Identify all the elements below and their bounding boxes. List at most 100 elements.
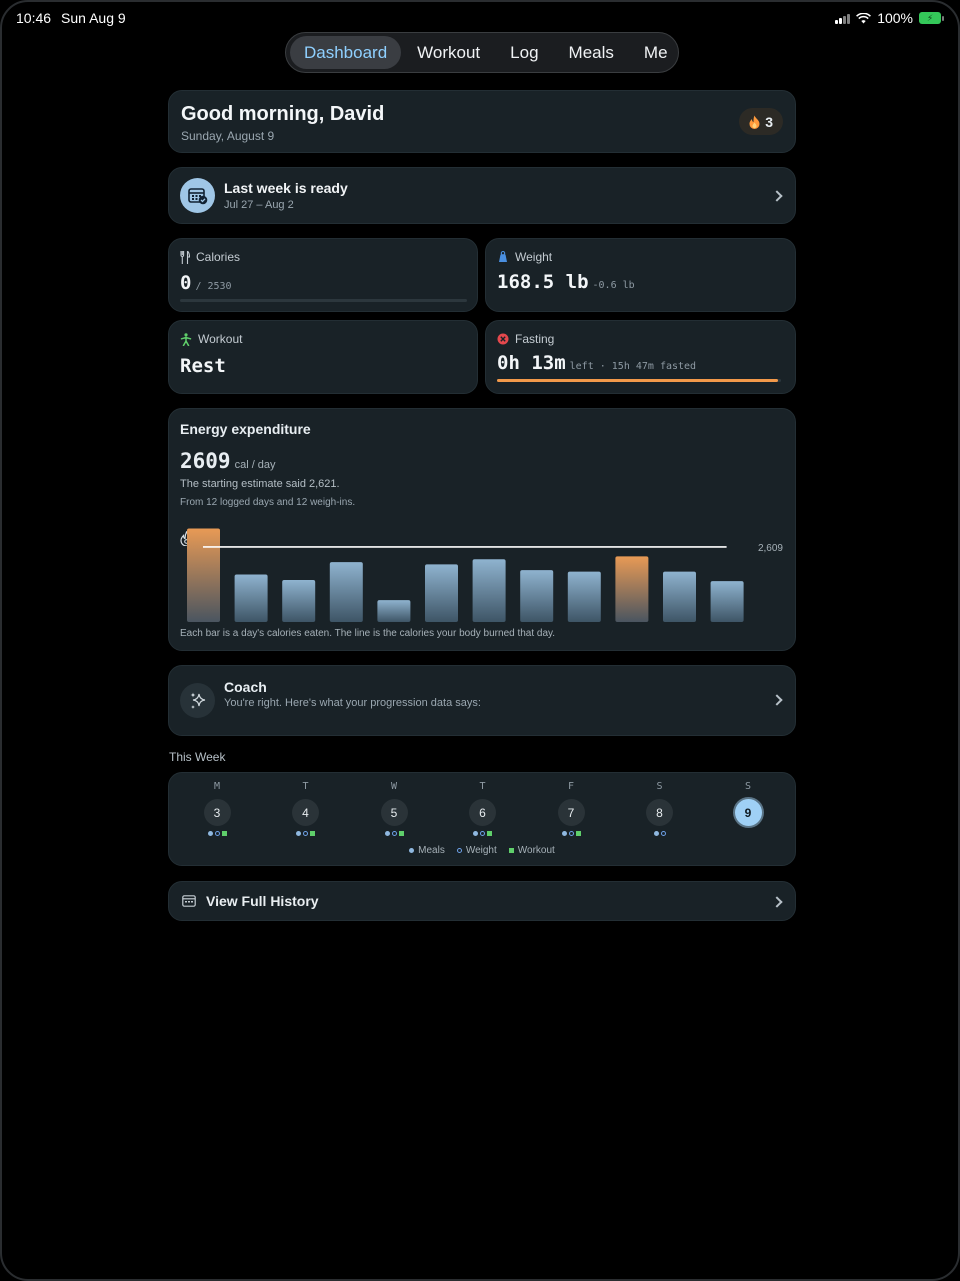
weight-dot xyxy=(480,831,485,836)
weight-change: -0.6 lb xyxy=(592,280,635,291)
calories-value: 0 xyxy=(180,272,192,294)
day-number: 7 xyxy=(557,799,585,826)
chevron-right-icon xyxy=(771,694,783,706)
greeting-date: Sunday, August 9 xyxy=(181,129,275,143)
day-number: 3 xyxy=(203,799,231,826)
fasting-card[interactable]: Fasting 0h 13m left · 15h 47m fasted xyxy=(485,320,796,394)
coach-card[interactable]: Coach You're right. Here's what your pro… xyxy=(168,665,796,736)
tab-workout[interactable]: Workout xyxy=(403,36,494,69)
calorie-bar-chart: 2,609 xyxy=(187,528,783,622)
calorie-bar xyxy=(425,564,458,622)
weight-dot xyxy=(391,831,397,836)
this-week-label: This Week xyxy=(169,750,226,764)
scale-weight-icon xyxy=(499,251,507,262)
energy-value: 2609 xyxy=(180,449,231,473)
meal-dot xyxy=(207,831,213,836)
calorie-bar xyxy=(282,579,316,622)
day-letter: T xyxy=(479,781,486,792)
tab-dashboard[interactable]: Dashboard xyxy=(290,36,402,69)
weight-dot xyxy=(214,831,220,836)
energy-data-source: From 12 logged days and 12 weigh-ins. xyxy=(180,497,356,508)
workout-dot xyxy=(310,831,315,836)
week-day[interactable]: T6 xyxy=(463,781,503,837)
day-number: 6 xyxy=(469,799,496,826)
energy-unit: cal / day xyxy=(234,459,276,471)
figure-walk-icon xyxy=(180,332,192,346)
calorie-bar xyxy=(663,571,696,622)
chart-caption: Each bar is a day's calories eaten. The … xyxy=(180,628,556,639)
weight-legend-dot xyxy=(456,848,462,853)
calories-progress-track xyxy=(180,299,467,302)
device-frame: 10:46 Sun Aug 9 100% ⚡ Dashboard Workout … xyxy=(0,0,960,1281)
greeting-card: Good morning, David Sunday, August 9 3 xyxy=(168,90,796,153)
legend-workout: Workout xyxy=(517,845,555,856)
calorie-bar xyxy=(329,562,363,622)
week-day[interactable]: M3 xyxy=(197,781,237,837)
meal-dot xyxy=(473,831,478,836)
tab-log[interactable]: Log xyxy=(496,36,552,69)
weekly-report-range: Jul 27 – Aug 2 xyxy=(224,199,294,211)
sparkles-icon xyxy=(180,683,215,718)
status-bar: 10:46 Sun Aug 9 100% ⚡ xyxy=(16,8,944,28)
week-day[interactable]: T4 xyxy=(286,781,326,837)
calorie-bar xyxy=(472,559,506,622)
coach-message: You're right. Here's what your progressi… xyxy=(224,697,481,709)
day-letter: S xyxy=(656,781,663,792)
week-day[interactable]: F7 xyxy=(551,781,591,837)
burn-line-label: 2,609 xyxy=(758,543,783,554)
day-dots xyxy=(197,831,237,837)
chevron-right-icon xyxy=(771,190,783,202)
fork-knife-icon xyxy=(180,250,190,264)
calorie-bar xyxy=(520,570,554,622)
calories-goal: / 2530 xyxy=(195,281,232,292)
battery-percent: 100% xyxy=(877,10,913,26)
greeting-title: Good morning, David xyxy=(181,103,385,125)
workout-card[interactable]: Workout Rest xyxy=(168,320,478,394)
week-day[interactable]: S9 xyxy=(728,781,768,837)
energy-starting-estimate: The starting estimate said 2,621. xyxy=(180,478,340,490)
day-number: 5 xyxy=(380,799,408,826)
day-letter: W xyxy=(390,781,398,792)
cellular-signal-icon xyxy=(835,13,851,24)
day-letter: T xyxy=(302,781,309,792)
streak-badge[interactable]: 3 xyxy=(739,108,783,135)
day-dots xyxy=(374,831,414,837)
status-date: Sun Aug 9 xyxy=(61,10,126,26)
weight-card[interactable]: Weight 168.5 lb -0.6 lb xyxy=(485,238,796,312)
weight-dot xyxy=(568,831,574,836)
tab-meals[interactable]: Meals xyxy=(555,36,628,69)
weight-label: Weight xyxy=(515,250,553,264)
day-letter: F xyxy=(567,781,575,792)
calorie-bar xyxy=(567,571,601,622)
workout-label: Workout xyxy=(198,332,243,346)
energy-expenditure-card[interactable]: Energy expenditure 2609 cal / day The sta… xyxy=(168,408,796,651)
calorie-bar xyxy=(234,574,268,622)
chevron-right-icon xyxy=(771,896,783,908)
week-day[interactable]: S8 xyxy=(640,781,680,837)
calorie-bar xyxy=(187,528,220,622)
day-number: 8 xyxy=(646,799,673,826)
wifi-icon xyxy=(856,12,872,23)
week-day[interactable]: W5 xyxy=(374,781,414,837)
calories-card[interactable]: Calories 0/ 2530 xyxy=(168,238,478,312)
day-dots xyxy=(286,831,326,837)
day-dots xyxy=(551,831,591,837)
calendar-check-icon xyxy=(180,178,215,213)
flame-icon xyxy=(749,115,760,129)
workout-dot xyxy=(398,831,404,836)
weight-dot xyxy=(660,831,666,836)
fasting-progress-fill xyxy=(497,379,779,382)
streak-count: 3 xyxy=(765,113,773,130)
fasting-label: Fasting xyxy=(515,332,555,346)
day-letter: S xyxy=(744,781,752,792)
view-history-button[interactable]: View Full History xyxy=(168,881,796,921)
workout-value: Rest xyxy=(180,355,226,377)
workout-legend-dot xyxy=(508,848,514,853)
coach-title: Coach xyxy=(224,679,267,695)
weekly-report-card[interactable]: Last week is ready Jul 27 – Aug 2 xyxy=(168,167,796,224)
energy-title: Energy expenditure xyxy=(180,421,311,437)
tab-me[interactable]: Me xyxy=(630,36,682,69)
weekly-report-title: Last week is ready xyxy=(224,180,348,196)
weight-value: 168.5 lb xyxy=(497,271,589,293)
meal-dot xyxy=(653,831,659,836)
